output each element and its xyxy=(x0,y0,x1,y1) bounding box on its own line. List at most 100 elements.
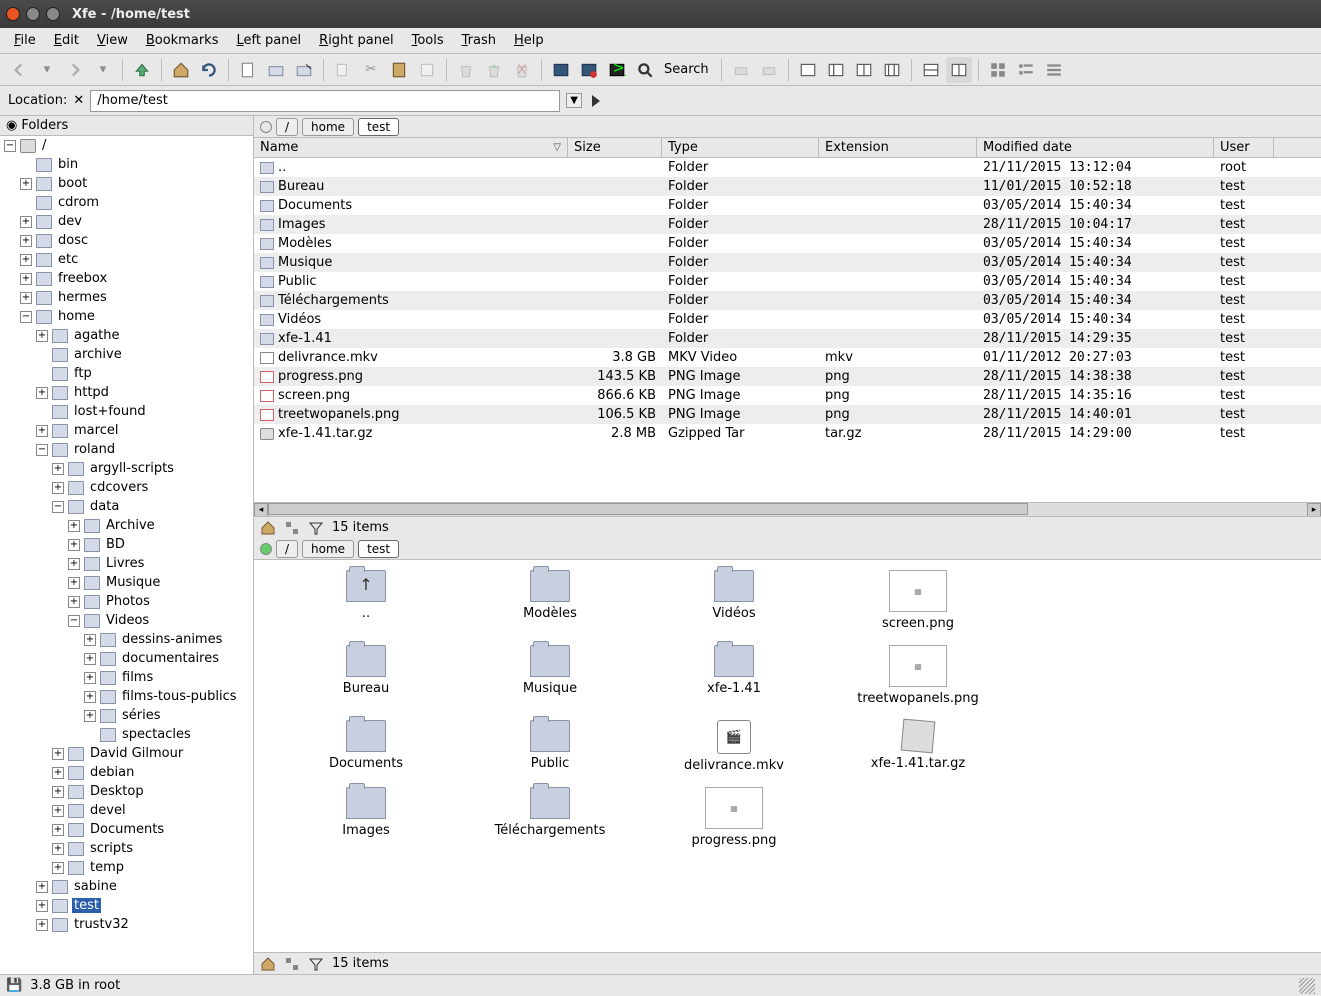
tree-expander[interactable]: + xyxy=(36,900,48,912)
list-row[interactable]: screen.png866.6 KBPNG Imagepng28/11/2015… xyxy=(254,386,1321,405)
list-row[interactable]: treetwopanels.png106.5 KBPNG Imagepng28/… xyxy=(254,405,1321,424)
tree-expander[interactable]: − xyxy=(52,501,64,513)
tree-expander[interactable]: + xyxy=(52,862,64,874)
tree-node-archive[interactable]: archive xyxy=(0,345,253,364)
tree-label[interactable]: lost+found xyxy=(72,404,148,419)
menu-edit[interactable]: Edit xyxy=(46,30,87,51)
hscroll-right-button[interactable]: ▸ xyxy=(1307,503,1321,517)
tree-label[interactable]: boot xyxy=(56,176,89,191)
refresh-button[interactable] xyxy=(196,57,222,83)
icon-item[interactable]: Musique xyxy=(458,645,642,706)
tree-node-documentaires[interactable]: +documentaires xyxy=(0,649,253,668)
detailed-view-button[interactable] xyxy=(1041,57,1067,83)
tree-expander[interactable]: − xyxy=(68,615,80,627)
icon-item[interactable]: Modèles xyxy=(458,570,642,631)
nav-back-button[interactable] xyxy=(6,57,32,83)
tree-expander[interactable]: + xyxy=(52,767,64,779)
tree-node-livres[interactable]: +Livres xyxy=(0,554,253,573)
tree-node-debian[interactable]: + debian xyxy=(0,763,253,782)
nav-forward-menu[interactable]: ▾ xyxy=(90,57,116,83)
icon-item[interactable]: Images xyxy=(274,787,458,848)
tree-label[interactable]: documentaires xyxy=(120,651,221,666)
tree-node-trustv32[interactable]: +trustv32 xyxy=(0,915,253,934)
delete-button[interactable] xyxy=(509,57,535,83)
show-hidden-button[interactable] xyxy=(260,520,276,536)
column-modified[interactable]: Modified date xyxy=(977,138,1214,157)
location-input[interactable] xyxy=(90,90,560,112)
tree-node-bin[interactable]: bin xyxy=(0,155,253,174)
icon-view-button[interactable] xyxy=(985,57,1011,83)
search-button[interactable] xyxy=(632,57,658,83)
thumbnails-button-2[interactable] xyxy=(284,956,300,972)
tree-node-videos[interactable]: − Videos xyxy=(0,611,253,630)
tree-expander[interactable]: + xyxy=(52,482,64,494)
tree-node-httpd[interactable]: +httpd xyxy=(0,383,253,402)
tree-expander[interactable]: + xyxy=(68,596,80,608)
tree-node-dev[interactable]: +dev xyxy=(0,212,253,231)
list-row[interactable]: progress.png143.5 KBPNG Imagepng28/11/20… xyxy=(254,367,1321,386)
tree-expander[interactable]: + xyxy=(20,235,32,247)
tree-label[interactable]: Archive xyxy=(104,518,157,533)
menu-file[interactable]: File xyxy=(6,30,44,51)
filter-button[interactable] xyxy=(308,520,324,536)
tree-label[interactable]: films xyxy=(120,670,155,685)
tree-node-s-ries[interactable]: +séries xyxy=(0,706,253,725)
tree-label[interactable]: dessins-animes xyxy=(120,632,224,647)
tree-expander[interactable]: + xyxy=(68,520,80,532)
icon-item[interactable]: Téléchargements xyxy=(458,787,642,848)
menu-view[interactable]: View xyxy=(89,30,136,51)
tree-label[interactable]: cdcovers xyxy=(88,480,150,495)
tree-expander[interactable]: + xyxy=(84,672,96,684)
tree-two-panel-button[interactable] xyxy=(879,57,905,83)
copy-button[interactable] xyxy=(330,57,356,83)
tree-node-boot[interactable]: +boot xyxy=(0,174,253,193)
tree-label[interactable]: Videos xyxy=(104,613,151,628)
tree-label[interactable]: Musique xyxy=(104,575,162,590)
tree-label[interactable]: séries xyxy=(120,708,163,723)
tree-expander[interactable]: + xyxy=(52,786,64,798)
tree-node-ftp[interactable]: ftp xyxy=(0,364,253,383)
one-panel-button[interactable] xyxy=(795,57,821,83)
icon-item[interactable]: Public xyxy=(458,720,642,773)
tree-label[interactable]: test xyxy=(72,898,101,913)
trash-button[interactable] xyxy=(453,57,479,83)
list-body[interactable]: ..Folder21/11/2015 13:12:04rootBureauFol… xyxy=(254,158,1321,502)
restore-button[interactable] xyxy=(481,57,507,83)
icon-item[interactable]: ▦treetwopanels.png xyxy=(826,645,1010,706)
tree-label[interactable]: Photos xyxy=(104,594,152,609)
tree-node-roland[interactable]: −roland xyxy=(0,440,253,459)
breadcrumb-segment[interactable]: home xyxy=(302,118,354,136)
tree-expander[interactable]: + xyxy=(52,463,64,475)
list-row[interactable]: xfe-1.41.tar.gz2.8 MBGzipped Tartar.gz28… xyxy=(254,424,1321,443)
tree-expander[interactable]: + xyxy=(20,292,32,304)
menu-trash[interactable]: Trash xyxy=(454,30,504,51)
column-name[interactable]: Name▽ xyxy=(254,138,568,157)
tree-node-data[interactable]: −data xyxy=(0,497,253,516)
tree-expander[interactable]: + xyxy=(20,254,32,266)
tree-expander[interactable]: + xyxy=(84,634,96,646)
tree-label[interactable]: Desktop xyxy=(88,784,146,799)
tree-root-label[interactable]: / xyxy=(40,138,48,153)
tree-node-photos[interactable]: + Photos xyxy=(0,592,253,611)
tree-expander[interactable]: + xyxy=(68,577,80,589)
filter-button-2[interactable] xyxy=(308,956,324,972)
tree-expander[interactable]: + xyxy=(52,805,64,817)
tree-expander[interactable]: − xyxy=(20,311,32,323)
home-button[interactable] xyxy=(168,57,194,83)
tree-node-devel[interactable]: +devel xyxy=(0,801,253,820)
new-file-button[interactable] xyxy=(235,57,261,83)
resize-grip[interactable] xyxy=(1299,978,1315,994)
menu-bookmarks[interactable]: Bookmarks xyxy=(138,30,227,51)
breadcrumb-segment[interactable]: test xyxy=(358,540,399,558)
tree-label[interactable]: debian xyxy=(88,765,136,780)
tree-node-argyll-scripts[interactable]: +argyll-scripts xyxy=(0,459,253,478)
icon-item[interactable]: Documents xyxy=(274,720,458,773)
list-row[interactable]: delivrance.mkv3.8 GBMKV Videomkv01/11/20… xyxy=(254,348,1321,367)
tree-label[interactable]: scripts xyxy=(88,841,135,856)
list-row[interactable]: TéléchargementsFolder03/05/2014 15:40:34… xyxy=(254,291,1321,310)
tree-label[interactable]: etc xyxy=(56,252,80,267)
tree-label[interactable]: agathe xyxy=(72,328,122,343)
tree-node-hermes[interactable]: +hermes xyxy=(0,288,253,307)
tree-label[interactable]: archive xyxy=(72,347,124,362)
icon-item[interactable]: Bureau xyxy=(274,645,458,706)
